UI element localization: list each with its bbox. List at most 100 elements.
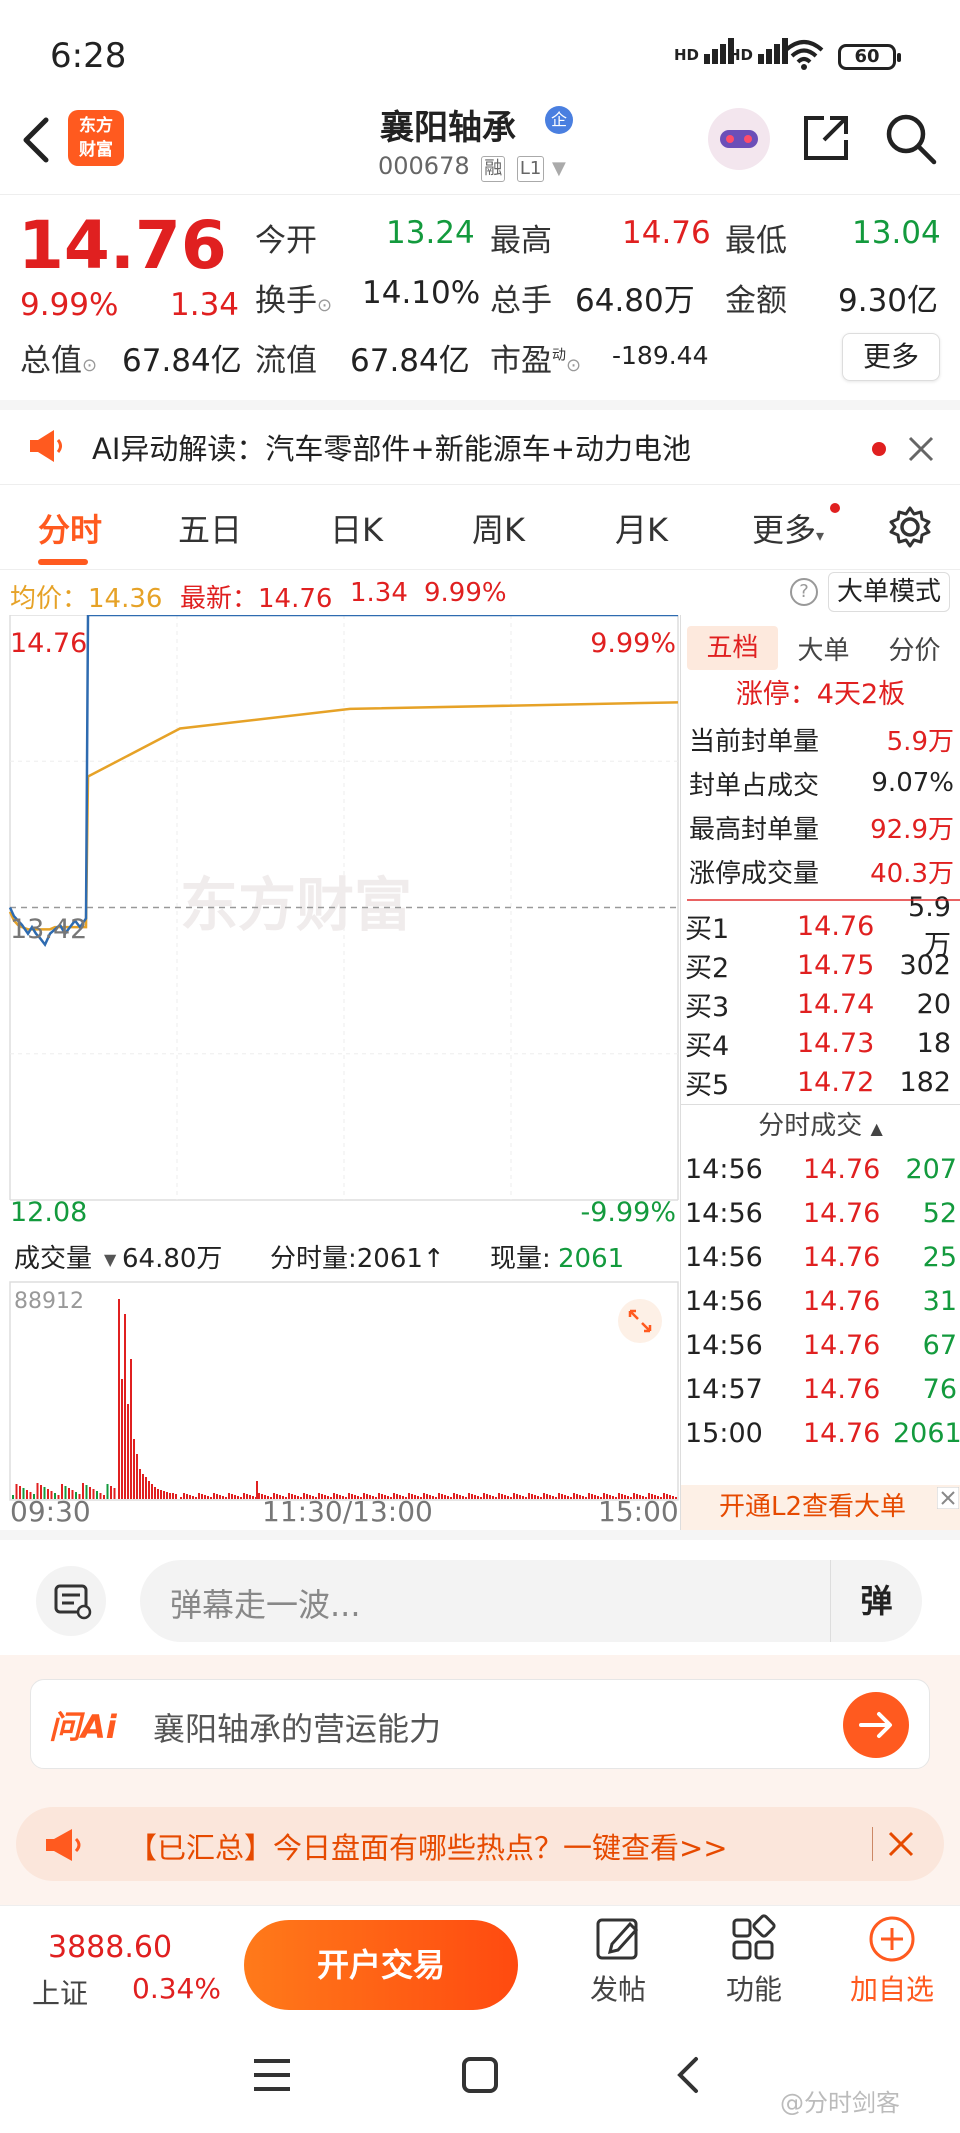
comment-list-button[interactable] [36, 1566, 106, 1636]
volume-bar [249, 1495, 251, 1499]
pe-label[interactable]: 市盈动⊙ [490, 335, 581, 380]
seal-stats: 当前封单量 5.9万 封单占成交 9.07% 最高封单量 92.9万 涨停成交量 40.… [681, 717, 960, 893]
ask-ai-box[interactable]: 问Ai 襄阳轴承的营运能力 [30, 1679, 930, 1769]
turnover-label[interactable]: 换手⊙ [255, 275, 332, 320]
stat-row: 涨停成交量 40.3万 [689, 858, 954, 889]
index-name[interactable]: 上证 [32, 1972, 88, 2012]
more-button[interactable]: 更多 [842, 333, 940, 381]
tab-daily-k[interactable]: 日K [330, 505, 383, 551]
volume-bar [169, 1493, 171, 1499]
stat-row: 封单占成交 9.07% [689, 768, 954, 801]
watermark: 东方财富 [180, 873, 412, 938]
settings-gear-icon[interactable] [888, 505, 932, 549]
volume-bar [92, 1489, 95, 1499]
hot-topics-banner: 【已汇总】今日盘面有哪些热点？一键查看>> [0, 1785, 960, 1905]
tab-five-levels[interactable]: 五档 [687, 626, 778, 670]
price-axis-mid: 13.42 [10, 914, 87, 945]
tab-weekly-k[interactable]: 周K [472, 505, 525, 551]
danmaku-input[interactable]: 弹幕走一波... 弹 [140, 1560, 922, 1642]
volume-bars [12, 1299, 677, 1499]
volume-bar [480, 1497, 482, 1499]
volume-bar [453, 1493, 455, 1499]
volume-bar [240, 1497, 242, 1499]
volume-bar [246, 1494, 248, 1499]
change-percent: 9.99% [20, 287, 119, 323]
volume-bar [483, 1493, 485, 1499]
price-axis-bottom: 12.08 [10, 1197, 87, 1228]
tab-price-distribution[interactable]: 分价 [869, 630, 960, 667]
volume-bar [528, 1493, 530, 1499]
share-icon[interactable] [800, 112, 852, 164]
volume-bar [172, 1493, 174, 1499]
volume-bar [133, 1439, 135, 1499]
ai-assistant-avatar[interactable] [708, 108, 770, 170]
volume-bar [124, 1314, 126, 1499]
index-value[interactable]: 3888.60 [48, 1930, 172, 1965]
trades-title[interactable]: 分时成交 ▲ [681, 1105, 960, 1147]
tab-big-orders[interactable]: 大单 [778, 630, 869, 667]
index-change[interactable]: 0.34% [132, 1972, 221, 2005]
current-price: 14.76 [18, 207, 227, 284]
latest-change-amount: 1.34 [350, 578, 408, 608]
battery-icon: 60 [838, 44, 901, 70]
volume-bar [151, 1484, 153, 1499]
volume-bar [582, 1496, 584, 1499]
search-icon[interactable] [884, 112, 938, 166]
big-order-mode-button[interactable]: 大单模式 [828, 572, 950, 612]
tab-monthly-k[interactable]: 月K [615, 505, 668, 551]
volume-bar [157, 1489, 159, 1499]
quote-panel: 14.76 9.99% 1.34 今开 13.24 最高 14.76 最低 13… [0, 195, 960, 400]
volume-bar [234, 1495, 236, 1499]
volume-bar [462, 1496, 464, 1499]
volume-bar [154, 1487, 156, 1499]
volume-bar [573, 1493, 575, 1499]
pe-value: -189.44 [612, 341, 709, 370]
tab-intraday[interactable]: 分时 [38, 505, 102, 551]
book-row: 买2 14.75 302 [685, 950, 951, 984]
help-icon[interactable]: ? [790, 578, 818, 606]
trade-row: 15:00 14.76 2061 [685, 1417, 960, 1449]
volume-bar [231, 1494, 233, 1499]
danmaku-toggle-button[interactable]: 弹 [830, 1560, 922, 1642]
home-square-icon[interactable] [460, 2055, 500, 2095]
volume-bar [561, 1494, 563, 1499]
period-volume: 分时量:2061↑ [270, 1244, 445, 1274]
volume-bar [591, 1494, 593, 1499]
volume-bar [492, 1496, 494, 1499]
close-promo-icon[interactable] [937, 1487, 959, 1509]
volume-bar [510, 1497, 512, 1499]
ask-ai-submit-button[interactable] [843, 1692, 909, 1758]
volume-bar [468, 1493, 470, 1499]
add-watchlist-button[interactable]: 加自选 [842, 1914, 942, 2008]
wifi-icon [784, 40, 824, 70]
volume-bar [99, 1493, 102, 1499]
volume-bar [522, 1496, 524, 1499]
app-logo[interactable]: 东方 财富 [68, 110, 124, 166]
danmaku-bar: 弹幕走一波... 弹 [0, 1530, 960, 1655]
l2-promo[interactable]: 开通L2查看大单 [681, 1485, 960, 1530]
post-button[interactable]: 发帖 [576, 1914, 660, 2008]
hot-topics-pill[interactable]: 【已汇总】今日盘面有哪些热点？一键查看>> [16, 1807, 944, 1881]
edit-post-icon [596, 1918, 639, 1960]
close-icon[interactable] [906, 434, 936, 464]
volume-bar [163, 1491, 165, 1499]
menu-icon[interactable] [252, 2057, 292, 2093]
market-cap-label[interactable]: 总值⊙ [20, 335, 97, 380]
divider [687, 899, 960, 901]
float-cap-value: 67.84亿 [350, 343, 470, 379]
tab-more[interactable]: 更多▾ [752, 505, 824, 551]
close-icon[interactable] [886, 1829, 916, 1859]
tab-five-day[interactable]: 五日 [178, 505, 242, 551]
amount-label: 金额 [725, 283, 787, 319]
limit-up-status: 涨停：4天2板 [735, 679, 906, 710]
stock-code[interactable]: 000678 融 L1 ▼ [378, 152, 566, 182]
volume-bar [471, 1494, 473, 1499]
back-icon[interactable] [672, 2055, 702, 2095]
volume-bar [555, 1497, 557, 1499]
margin-tag: 融 [481, 156, 506, 182]
ai-analysis-banner[interactable]: AI异动解读：汽车零部件+新能源车+动力电池 [0, 400, 960, 485]
back-arrow-icon[interactable] [20, 116, 52, 164]
volume-bar [110, 1486, 112, 1499]
open-account-trade-button[interactable]: 开户交易 [244, 1920, 518, 2010]
function-button[interactable]: 功能 [712, 1914, 796, 2008]
